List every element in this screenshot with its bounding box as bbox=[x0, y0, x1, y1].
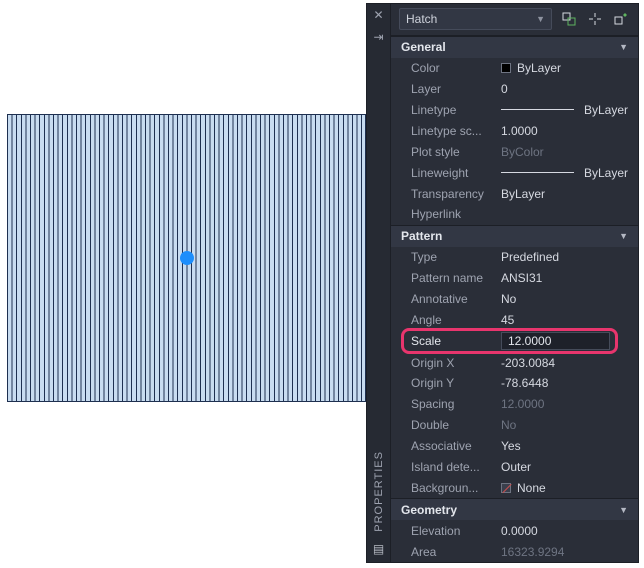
section-header-general[interactable]: General▼ bbox=[391, 36, 638, 58]
quick-select-icon[interactable] bbox=[560, 10, 578, 28]
chevron-down-icon: ▼ bbox=[536, 14, 545, 24]
toggle-pickadd-icon[interactable] bbox=[612, 10, 630, 28]
row-island: Island dete...Outer bbox=[391, 457, 638, 478]
pin-icon[interactable]: ⇥ bbox=[373, 30, 383, 44]
options-icon[interactable]: ▤ bbox=[373, 542, 384, 556]
row-spacing: Spacing12.0000 bbox=[391, 394, 638, 415]
section-header-pattern[interactable]: Pattern▼ bbox=[391, 225, 638, 247]
row-plot-style: Plot styleByColor bbox=[391, 141, 638, 162]
chevron-down-icon: ▼ bbox=[619, 505, 628, 515]
row-hyperlink: Hyperlink bbox=[391, 204, 638, 225]
row-associative: AssociativeYes bbox=[391, 436, 638, 457]
row-scale: Scale 12.0000 bbox=[391, 327, 638, 355]
object-type-select[interactable]: Hatch ▼ bbox=[399, 8, 552, 30]
row-origin-x: Origin X-203.0084 bbox=[391, 352, 638, 373]
row-type: TypePredefined bbox=[391, 247, 638, 268]
chevron-down-icon: ▼ bbox=[619, 42, 628, 52]
select-objects-icon[interactable] bbox=[586, 10, 604, 28]
row-background: Backgroun...None bbox=[391, 477, 638, 498]
panel-title: PROPERTIES bbox=[373, 451, 385, 532]
color-swatch bbox=[501, 63, 511, 73]
panel-header: Hatch ▼ bbox=[391, 4, 638, 36]
section-header-geometry[interactable]: Geometry▼ bbox=[391, 498, 638, 520]
grip-point[interactable] bbox=[180, 251, 194, 265]
object-type-value: Hatch bbox=[406, 12, 437, 26]
properties-panel: ✕ ⇥ PROPERTIES ▤ Hatch ▼ General▼ ColorB… bbox=[366, 3, 639, 563]
row-origin-y: Origin Y-78.6448 bbox=[391, 373, 638, 394]
row-linetype-scale: Linetype sc...1.0000 bbox=[391, 120, 638, 141]
row-transparency: TransparencyByLayer bbox=[391, 183, 638, 204]
row-double: DoubleNo bbox=[391, 415, 638, 436]
row-layer: Layer0 bbox=[391, 79, 638, 100]
none-swatch-icon bbox=[501, 483, 511, 493]
panel-sidebar: ✕ ⇥ PROPERTIES ▤ bbox=[367, 4, 391, 562]
close-icon[interactable]: ✕ bbox=[373, 8, 383, 22]
row-elevation: Elevation0.0000 bbox=[391, 520, 638, 541]
chevron-down-icon: ▼ bbox=[619, 231, 628, 241]
scale-input[interactable]: 12.0000 bbox=[501, 332, 610, 350]
row-lineweight: LineweightByLayer bbox=[391, 162, 638, 183]
row-area: Area16323.9294 bbox=[391, 541, 638, 562]
drawing-canvas[interactable] bbox=[7, 114, 366, 402]
row-linetype: LinetypeByLayer bbox=[391, 100, 638, 121]
row-pattern-name: Pattern nameANSI31 bbox=[391, 268, 638, 289]
row-color: ColorByLayer bbox=[391, 58, 638, 79]
row-annotative: AnnotativeNo bbox=[391, 289, 638, 310]
